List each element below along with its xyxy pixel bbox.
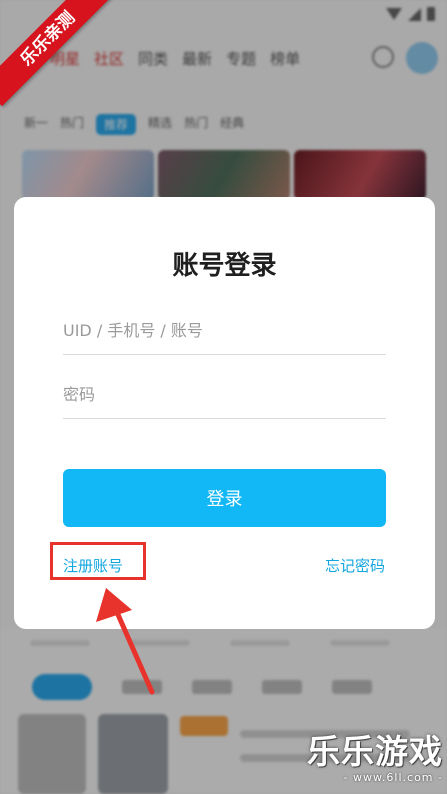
account-field <box>63 310 386 355</box>
forgot-password-link[interactable]: 忘记密码 <box>325 555 385 576</box>
login-dialog: 账号登录 登录 注册账号 忘记密码 <box>14 197 435 629</box>
password-field <box>63 374 386 419</box>
watermark-title: 乐乐游戏 <box>307 732 443 771</box>
site-watermark: 乐乐游戏 - www.6ll.com - <box>307 725 443 784</box>
corner-banner: 乐乐亲测 <box>0 0 120 110</box>
corner-banner-label: 乐乐亲测 <box>0 0 116 107</box>
password-input[interactable] <box>63 374 386 414</box>
account-input[interactable] <box>63 310 386 350</box>
login-button[interactable]: 登录 <box>63 469 386 527</box>
register-account-link[interactable]: 注册账号 <box>63 555 123 576</box>
dialog-title: 账号登录 <box>172 251 277 281</box>
